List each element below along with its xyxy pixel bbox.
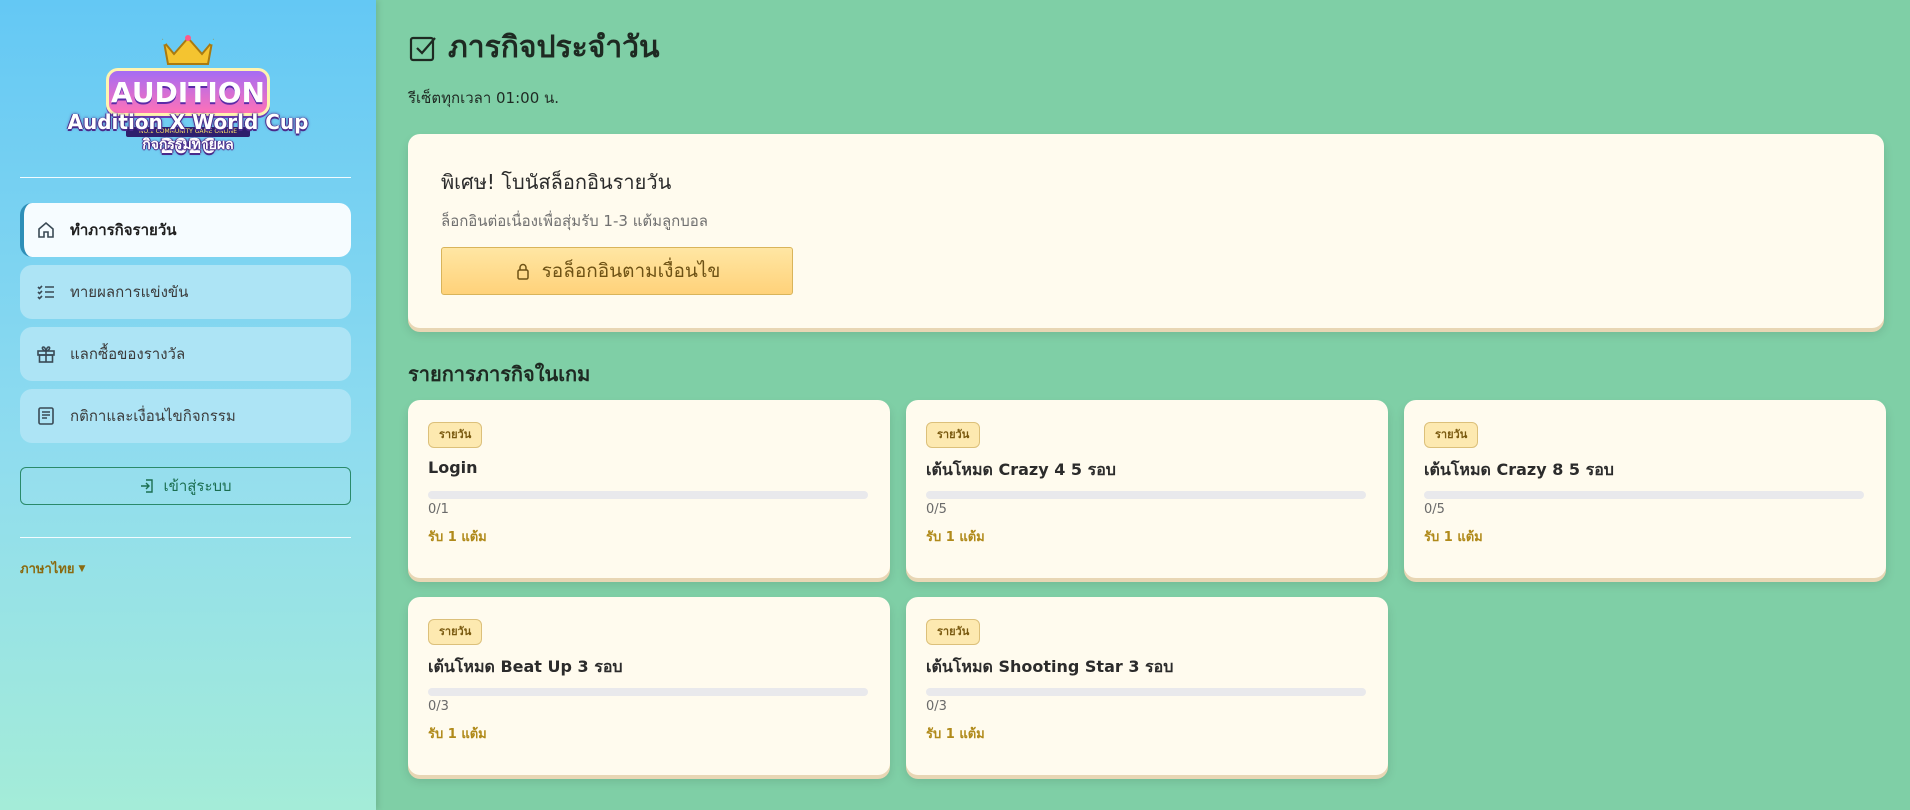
mission-name: เต้นโหมด Crazy 4 5 รอบ	[926, 460, 1116, 479]
sidebar-item-label: ทายผลการแข่งขัน	[70, 283, 189, 301]
bonus-description: ล็อกอินต่อเนื่องเพื่อสุ่มรับ 1-3 แต้มลูก…	[441, 212, 708, 230]
mission-progress-text: 0/3	[926, 699, 947, 714]
sidebar-divider	[20, 537, 351, 538]
mission-progress-bar	[428, 491, 868, 499]
main-content: ภารกิจประจำวัน รีเซ็ตทุกเวลา 01:00 น. พิ…	[376, 0, 1910, 810]
language-dropdown[interactable]: ภาษาไทย ▼	[20, 558, 85, 579]
mission-reward: รับ 1 แต้ม	[926, 727, 985, 742]
sidebar-item-label: ทำภารกิจรายวัน	[70, 221, 177, 239]
mission-progress-text: 0/1	[428, 502, 449, 517]
logo-subtitle: กิจกรรมทายผล	[142, 137, 234, 153]
daily-badge: รายวัน	[926, 619, 981, 645]
login-label: เข้าสู่ระบบ	[163, 478, 232, 495]
daily-badge: รายวัน	[428, 422, 483, 448]
mission-progress-text: 0/5	[926, 502, 947, 517]
daily-badge: รายวัน	[428, 619, 483, 645]
reset-note: รีเซ็ตทุกเวลา 01:00 น.	[408, 89, 560, 107]
document-icon	[36, 406, 56, 426]
mission-reward: รับ 1 แต้ม	[926, 530, 985, 545]
checklist-icon	[36, 282, 56, 302]
sidebar-divider	[20, 177, 351, 178]
mission-progress-bar	[1424, 491, 1864, 499]
logo-wordmark: AUDITION	[106, 68, 270, 116]
trophy-icon	[161, 35, 215, 65]
bonus-title: พิเศษ! โบนัสล็อกอินรายวัน	[441, 170, 672, 194]
page-title-text: ภารกิจประจำวัน	[448, 30, 660, 65]
mission-card: รายวัน เต้นโหมด Crazy 8 5 รอบ 0/5 รับ 1 …	[1404, 400, 1886, 578]
mission-progress-text: 0/5	[1424, 502, 1445, 517]
home-icon	[36, 220, 56, 240]
gift-icon	[36, 344, 56, 364]
login-bonus-card: พิเศษ! โบนัสล็อกอินรายวัน ล็อกอินต่อเนื่…	[408, 134, 1884, 328]
missions-section-title: รายการภารกิจในเกม	[408, 362, 591, 386]
mission-reward: รับ 1 แต้ม	[1424, 530, 1483, 545]
checkbox-checked-icon	[408, 33, 438, 63]
mission-reward: รับ 1 แต้ม	[428, 530, 487, 545]
mission-progress-text: 0/3	[428, 699, 449, 714]
sidebar-item-label: กติกาและเงื่อนไขกิจกรรม	[70, 407, 236, 425]
daily-badge: รายวัน	[1424, 422, 1479, 448]
mission-name: Login	[428, 458, 478, 477]
mission-name: เต้นโหมด Crazy 8 5 รอบ	[1424, 460, 1614, 479]
mission-reward: รับ 1 แต้ม	[428, 727, 487, 742]
page-title: ภารกิจประจำวัน	[408, 24, 660, 71]
bonus-wait-button[interactable]: รอล็อกอินตามเงื่อนไข	[441, 247, 793, 295]
mission-card: รายวัน Login 0/1 รับ 1 แต้ม	[408, 400, 890, 578]
sidebar-item-rules[interactable]: กติกาและเงื่อนไขกิจกรรม	[20, 389, 351, 443]
mission-name: เต้นโหมด Beat Up 3 รอบ	[428, 657, 623, 676]
bonus-button-label: รอล็อกอินตามเงื่อนไข	[541, 261, 721, 282]
sign-in-icon	[139, 478, 155, 494]
mission-progress-bar	[428, 688, 868, 696]
sidebar-item-daily-missions[interactable]: ทำภารกิจรายวัน	[20, 203, 351, 257]
login-button[interactable]: เข้าสู่ระบบ	[20, 467, 351, 505]
sidebar-item-redeem-rewards[interactable]: แลกซื้อของรางวัล	[20, 327, 351, 381]
mission-progress-bar	[926, 688, 1366, 696]
mission-card: รายวัน เต้นโหมด Shooting Star 3 รอบ 0/3 …	[906, 597, 1388, 775]
mission-progress-bar	[926, 491, 1366, 499]
language-label: ภาษาไทย	[20, 562, 75, 577]
sidebar-item-label: แลกซื้อของรางวัล	[70, 345, 186, 363]
mission-card: รายวัน เต้นโหมด Beat Up 3 รอบ 0/3 รับ 1 …	[408, 597, 890, 775]
sidebar-item-predict-match[interactable]: ทายผลการแข่งขัน	[20, 265, 351, 319]
daily-badge: รายวัน	[926, 422, 981, 448]
sidebar: AUDITION NO.1 COMMUNITY GAME ONLINE Audi…	[0, 0, 376, 810]
mission-name: เต้นโหมด Shooting Star 3 รอบ	[926, 657, 1174, 676]
caret-down-icon: ▼	[78, 563, 86, 574]
lock-icon	[514, 262, 532, 280]
mission-card: รายวัน เต้นโหมด Crazy 4 5 รอบ 0/5 รับ 1 …	[906, 400, 1388, 578]
event-logo[interactable]: AUDITION NO.1 COMMUNITY GAME ONLINE Audi…	[40, 30, 336, 160]
